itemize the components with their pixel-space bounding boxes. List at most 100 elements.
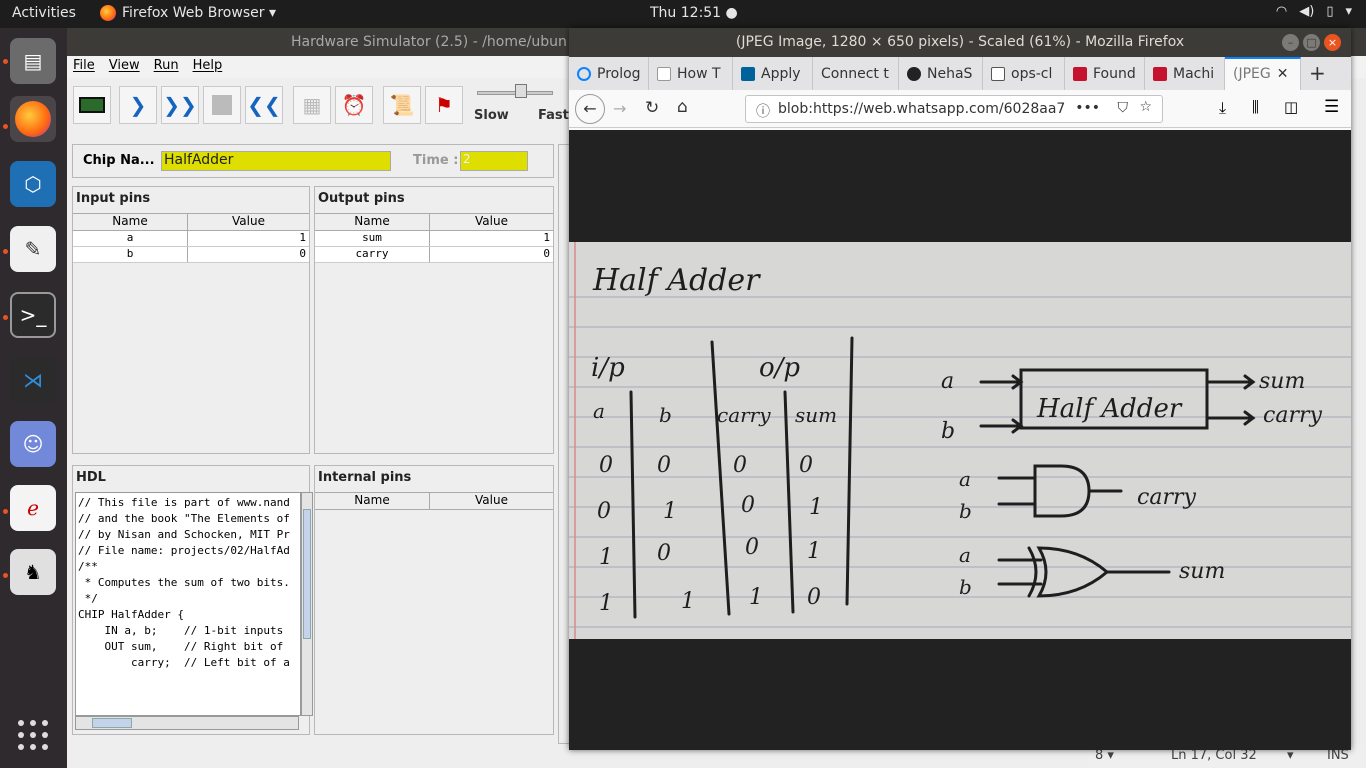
home-button[interactable]: ⌂	[677, 97, 688, 117]
running-indicator	[3, 59, 8, 64]
flag-icon: ⚑	[435, 93, 453, 117]
show-apps-icon[interactable]	[18, 720, 48, 750]
clock[interactable]: Thu 12:51 ●	[650, 5, 738, 21]
menu-help[interactable]: Help	[193, 58, 223, 76]
menu-view[interactable]: View	[109, 58, 140, 76]
forward-button[interactable]: →	[613, 99, 626, 118]
single-step-button[interactable]: ❯	[119, 86, 157, 124]
close-icon[interactable]: ×	[1324, 34, 1341, 51]
internal-pins-title: Internal pins	[318, 470, 412, 485]
and-out: carry	[1137, 485, 1196, 510]
cursor-position[interactable]: Ln 17, Col 32	[1171, 748, 1257, 763]
page-actions-icon[interactable]: •••	[1075, 100, 1100, 116]
tab-machi[interactable]: Machi	[1145, 57, 1225, 90]
menu-file[interactable]: File	[73, 58, 95, 76]
handwritten-half-adder-notes: Half Adder i/p o/p a b carry sum 0 0 0 0…	[569, 242, 1351, 639]
table-row[interactable]: carry 0	[315, 247, 553, 263]
tab-how[interactable]: How T	[649, 57, 733, 90]
pin-value[interactable]: 0	[188, 247, 309, 262]
tab-found[interactable]: Found	[1065, 57, 1145, 90]
block-in-b: b	[941, 419, 955, 444]
tab-label: NehaS	[927, 66, 973, 82]
sidebar-icon[interactable]: ◫	[1284, 98, 1298, 116]
terminal-icon[interactable]: >_	[10, 292, 56, 338]
tab-connect[interactable]: Connect t	[813, 57, 899, 90]
code-line: /**	[78, 560, 98, 573]
reset-button[interactable]: ❮❮	[245, 86, 283, 124]
clock-button[interactable]: ⏰	[335, 86, 373, 124]
discord-icon[interactable]: ☺	[10, 421, 56, 467]
table-row[interactable]: a1	[73, 231, 309, 247]
code-line: */	[78, 592, 98, 605]
name-header: Name	[73, 214, 188, 230]
new-tab-button[interactable]: +	[1301, 57, 1331, 90]
maximize-icon[interactable]: □	[1303, 34, 1320, 51]
tab-prolog[interactable]: Prolog	[569, 57, 649, 90]
minimize-icon[interactable]: –	[1282, 34, 1299, 51]
stop-button[interactable]	[203, 86, 241, 124]
output-pins-panel: Output pins Name Value sum 1 carry 0	[314, 186, 554, 454]
ip-label: i/p	[591, 353, 625, 383]
tab-nehas[interactable]: NehaS	[899, 57, 983, 90]
name-header: Name	[315, 493, 430, 509]
activities-button[interactable]: Activities	[12, 5, 76, 21]
back-button[interactable]: ←	[575, 94, 605, 124]
vscode-icon[interactable]: ⋊	[10, 357, 56, 403]
script-button[interactable]: 📜	[383, 86, 421, 124]
table-row[interactable]: b0	[73, 247, 309, 263]
breakpoint-button[interactable]: ⚑	[425, 86, 463, 124]
menu-run[interactable]: Run	[154, 58, 179, 76]
fast-forward-icon: ❯❯	[163, 93, 197, 117]
run-button[interactable]: ❯❯	[161, 86, 199, 124]
library-icon[interactable]: ⫼	[1252, 98, 1259, 116]
tab-width[interactable]: 8 ▾	[1095, 748, 1114, 763]
libreoffice-icon[interactable]: ℯ	[10, 485, 56, 531]
reload-button[interactable]: ↻	[645, 98, 659, 118]
running-indicator	[3, 315, 8, 320]
cell: 1	[663, 499, 677, 524]
chip-name-label: Chip Na...	[83, 153, 155, 168]
app-menu[interactable]: Firefox Web Browser ▾	[100, 5, 276, 21]
tab-jpeg[interactable]: (JPEG ✕	[1225, 57, 1301, 90]
menu-icon[interactable]: ☰	[1324, 97, 1339, 117]
cell: 0	[807, 585, 821, 610]
bookmark-star-icon[interactable]: ☆	[1139, 99, 1152, 115]
site-icon	[991, 67, 1005, 81]
hdl-code[interactable]: // This file is part of www.nand // and t…	[75, 492, 301, 716]
cell: 1	[599, 545, 613, 570]
hdl-vertical-scrollbar[interactable]	[301, 492, 313, 716]
pin-value[interactable]: 1	[188, 231, 309, 246]
speed-slider[interactable]	[475, 84, 555, 104]
system-tray[interactable]: ◠ ◀) ▯ ▾	[1276, 4, 1352, 19]
time-label: Time :	[413, 153, 459, 168]
chip-name-field[interactable]: HalfAdder	[161, 151, 391, 171]
tab-label: Found	[1093, 66, 1136, 82]
text-editor-icon[interactable]: ✎	[10, 226, 56, 272]
image-viewer[interactable]: Half Adder i/p o/p a b carry sum 0 0 0 0…	[569, 130, 1351, 750]
tab-apply[interactable]: Apply	[733, 57, 813, 90]
hdl-horizontal-scrollbar[interactable]	[75, 716, 299, 730]
files-icon[interactable]: ▤	[10, 38, 56, 84]
cell: 1	[599, 591, 613, 616]
pocket-icon[interactable]: ⛉	[1118, 100, 1129, 116]
firefox-icon[interactable]	[10, 96, 56, 142]
cell: 0	[597, 499, 611, 524]
name-header: Name	[315, 214, 430, 230]
info-icon[interactable]: ⓘ	[756, 101, 770, 121]
java-icon[interactable]: ♞	[10, 549, 56, 595]
tab-ops[interactable]: ops-cl	[983, 57, 1065, 90]
eval-button[interactable]: ▦	[293, 86, 331, 124]
close-tab-icon[interactable]: ✕	[1277, 66, 1289, 82]
fast-label: Fast	[538, 108, 569, 123]
app-menu-label: Firefox Web Browser ▾	[122, 5, 276, 21]
running-indicator	[3, 573, 8, 578]
url-bar[interactable]: ⓘ blob:https://web.whatsapp.com/6028aa7 …	[745, 95, 1163, 123]
value-header: Value	[475, 214, 508, 228]
table-row[interactable]: sum 1	[315, 231, 553, 247]
download-icon[interactable]: ⤓	[1219, 98, 1226, 118]
load-chip-button[interactable]	[73, 86, 111, 124]
virtualbox-icon[interactable]: ⬡	[10, 161, 56, 207]
block-out-sum: sum	[1259, 369, 1305, 394]
speed-slider-thumb[interactable]	[515, 84, 527, 98]
cell: 1	[749, 585, 763, 610]
